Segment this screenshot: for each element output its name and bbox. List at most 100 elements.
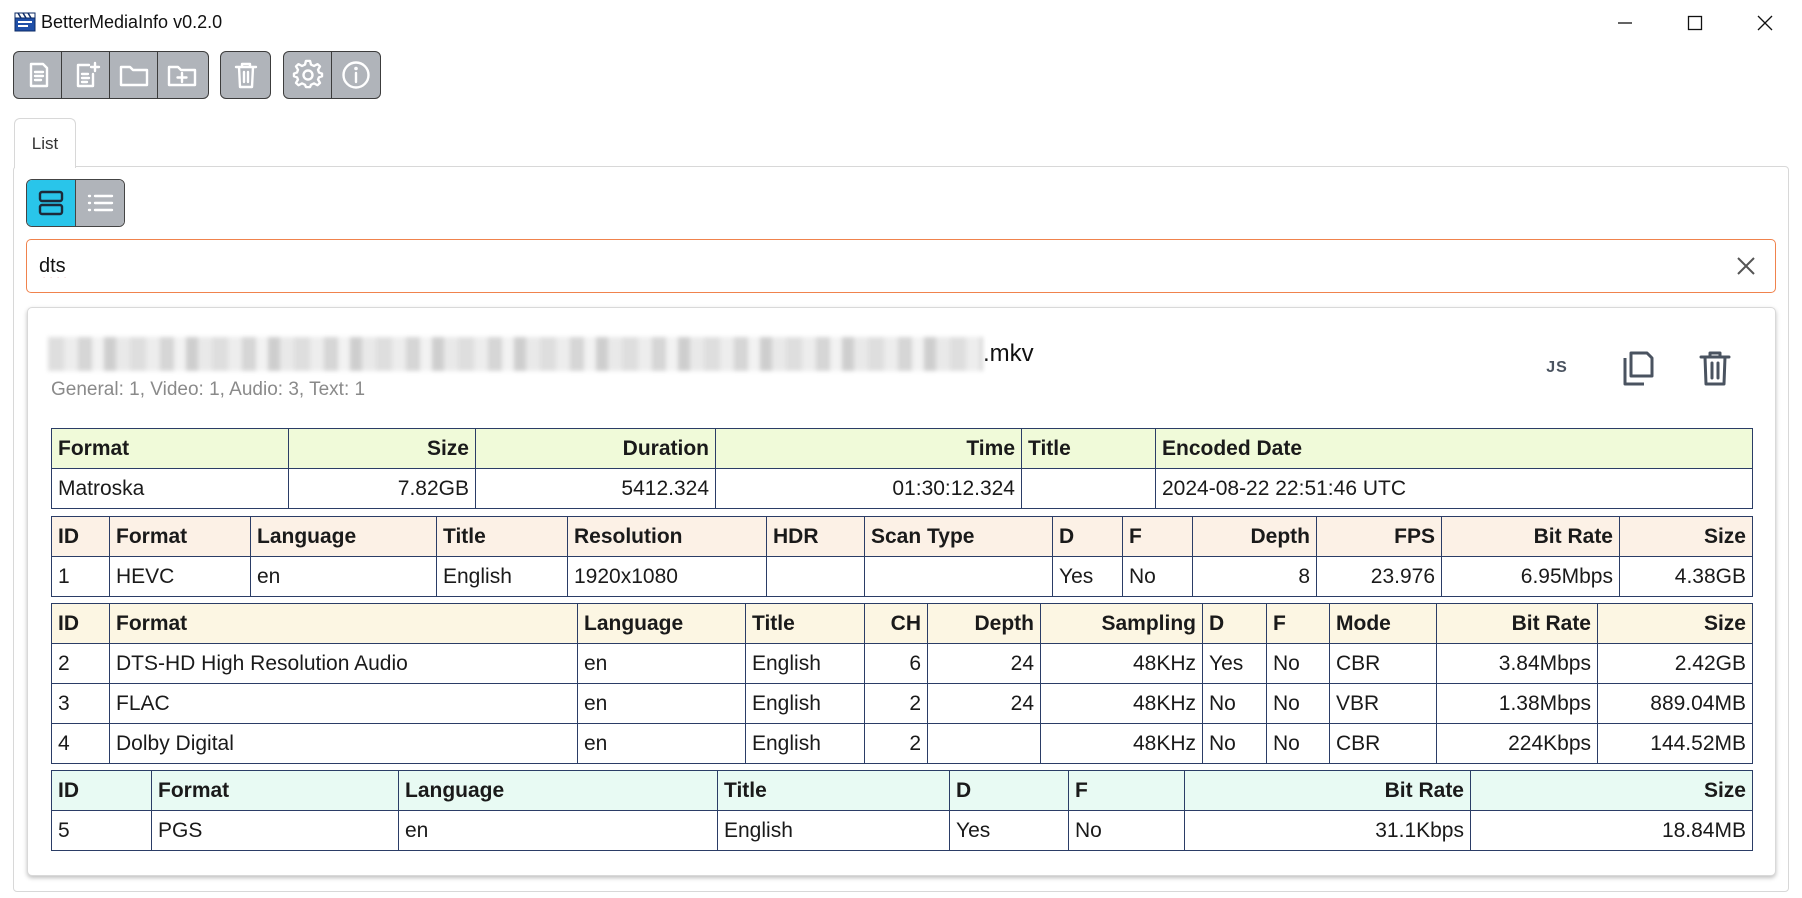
open-file-icon bbox=[29, 62, 48, 88]
trash-icon bbox=[234, 62, 257, 89]
table-cell: No bbox=[1266, 683, 1330, 724]
table-row: Matroska 7.82GB 5412.324 01:30:12.324 20… bbox=[51, 468, 1753, 509]
column-header: ID bbox=[51, 516, 110, 557]
file-extension: .mkv bbox=[983, 340, 1034, 367]
table-cell: 23.976 bbox=[1316, 556, 1442, 597]
table-cell: 01:30:12.324 bbox=[715, 468, 1022, 509]
minimize-button[interactable] bbox=[1590, 0, 1660, 46]
table-header-row: ID Format Language Title Resolution HDR … bbox=[51, 516, 1753, 557]
column-header: HDR bbox=[766, 516, 865, 557]
clear-toolbar bbox=[220, 51, 271, 99]
card-view-button[interactable] bbox=[27, 180, 75, 226]
column-header: Format bbox=[151, 770, 399, 811]
column-header: Sampling bbox=[1040, 603, 1203, 644]
table-header-row: ID Format Language Title D F Bit Rate Si… bbox=[51, 770, 1753, 811]
column-header: Title bbox=[745, 603, 865, 644]
table-row: 2 DTS-HD High Resolution Audio en Englis… bbox=[51, 643, 1753, 684]
column-header: Encoded Date bbox=[1155, 428, 1753, 469]
table-cell: English bbox=[745, 723, 865, 764]
add-file-button[interactable] bbox=[62, 52, 110, 98]
table-cell: 1 bbox=[51, 556, 110, 597]
open-file-button[interactable] bbox=[14, 52, 62, 98]
table-cell: English bbox=[745, 683, 865, 724]
column-header: Language bbox=[250, 516, 437, 557]
column-header: Size bbox=[1470, 770, 1753, 811]
table-cell: 4.38GB bbox=[1619, 556, 1753, 597]
table-cell: 889.04MB bbox=[1597, 683, 1753, 724]
list-view-icon bbox=[87, 194, 114, 212]
export-json-button[interactable]: JS bbox=[1535, 346, 1579, 390]
column-header: Format bbox=[51, 428, 289, 469]
column-header: D bbox=[1052, 516, 1123, 557]
file-toolbar bbox=[13, 51, 209, 99]
add-folder-button[interactable] bbox=[158, 52, 206, 98]
remove-file-button[interactable] bbox=[1693, 346, 1737, 390]
column-header: Time bbox=[715, 428, 1022, 469]
table-cell: Dolby Digital bbox=[109, 723, 578, 764]
column-header: Size bbox=[1597, 603, 1753, 644]
file-name: .mkv bbox=[48, 336, 1034, 372]
table-cell bbox=[1021, 468, 1156, 509]
table-cell: 48KHz bbox=[1040, 723, 1203, 764]
table-cell: 48KHz bbox=[1040, 643, 1203, 684]
copy-button[interactable] bbox=[1615, 346, 1659, 390]
table-cell: 24 bbox=[927, 643, 1041, 684]
stream-summary: General: 1, Video: 1, Audio: 3, Text: 1 bbox=[51, 379, 366, 400]
table-row: 5 PGS en English Yes No 31.1Kbps 18.84MB bbox=[51, 810, 1753, 851]
search-input[interactable] bbox=[37, 240, 1691, 293]
close-icon bbox=[1757, 15, 1773, 31]
table-cell: No bbox=[1202, 683, 1267, 724]
column-header: Size bbox=[1619, 516, 1753, 557]
table-cell: No bbox=[1266, 723, 1330, 764]
table-cell: 48KHz bbox=[1040, 683, 1203, 724]
table-cell: Yes bbox=[949, 810, 1069, 851]
column-header: Format bbox=[109, 516, 251, 557]
minimize-icon bbox=[1618, 22, 1632, 24]
maximize-button[interactable] bbox=[1660, 0, 1730, 46]
column-header: Mode bbox=[1329, 603, 1437, 644]
clear-list-button[interactable] bbox=[221, 52, 270, 98]
table-header-row: ID Format Language Title CH Depth Sampli… bbox=[51, 603, 1753, 644]
table-cell: 24 bbox=[927, 683, 1041, 724]
table-cell: 7.82GB bbox=[288, 468, 476, 509]
table-row: 1 HEVC en English 1920x1080 Yes No 8 23.… bbox=[51, 556, 1753, 597]
about-button[interactable] bbox=[332, 52, 380, 98]
table-header-row: Format Size Duration Time Title Encoded … bbox=[51, 428, 1753, 469]
open-folder-icon bbox=[119, 65, 148, 87]
column-header: Size bbox=[288, 428, 476, 469]
close-window-button[interactable] bbox=[1730, 0, 1800, 46]
open-folder-button[interactable] bbox=[110, 52, 158, 98]
table-cell: English bbox=[436, 556, 568, 597]
column-header: Title bbox=[1021, 428, 1156, 469]
table-cell: VBR bbox=[1329, 683, 1437, 724]
table-cell: 144.52MB bbox=[1597, 723, 1753, 764]
table-cell: CBR bbox=[1329, 723, 1437, 764]
column-header: FPS bbox=[1316, 516, 1442, 557]
window-title: BetterMediaInfo v0.2.0 bbox=[41, 12, 223, 32]
clear-search-button[interactable] bbox=[1733, 253, 1759, 279]
settings-button[interactable] bbox=[284, 52, 332, 98]
column-header: Scan Type bbox=[864, 516, 1053, 557]
column-header: F bbox=[1122, 516, 1193, 557]
table-cell: 31.1Kbps bbox=[1184, 810, 1471, 851]
add-folder-icon bbox=[167, 65, 197, 87]
tab-list[interactable]: List bbox=[14, 118, 76, 168]
app-clapperboard-icon bbox=[14, 12, 36, 32]
table-cell: 6.95Mbps bbox=[1441, 556, 1620, 597]
table-cell: HEVC bbox=[109, 556, 251, 597]
table-cell: 2 bbox=[864, 683, 928, 724]
table-cell: English bbox=[745, 643, 865, 684]
table-cell: Yes bbox=[1052, 556, 1123, 597]
table-cell: 18.84MB bbox=[1470, 810, 1753, 851]
column-header: Duration bbox=[475, 428, 716, 469]
table-cell: 224Kbps bbox=[1436, 723, 1598, 764]
table-cell: en bbox=[577, 683, 746, 724]
column-header: F bbox=[1068, 770, 1185, 811]
table-cell: English bbox=[717, 810, 950, 851]
audio-table: ID Format Language Title CH Depth Sampli… bbox=[51, 603, 1753, 764]
table-cell: CBR bbox=[1329, 643, 1437, 684]
column-header: D bbox=[949, 770, 1069, 811]
table-cell: en bbox=[250, 556, 437, 597]
column-header: Bit Rate bbox=[1184, 770, 1471, 811]
list-view-button[interactable] bbox=[75, 180, 124, 226]
